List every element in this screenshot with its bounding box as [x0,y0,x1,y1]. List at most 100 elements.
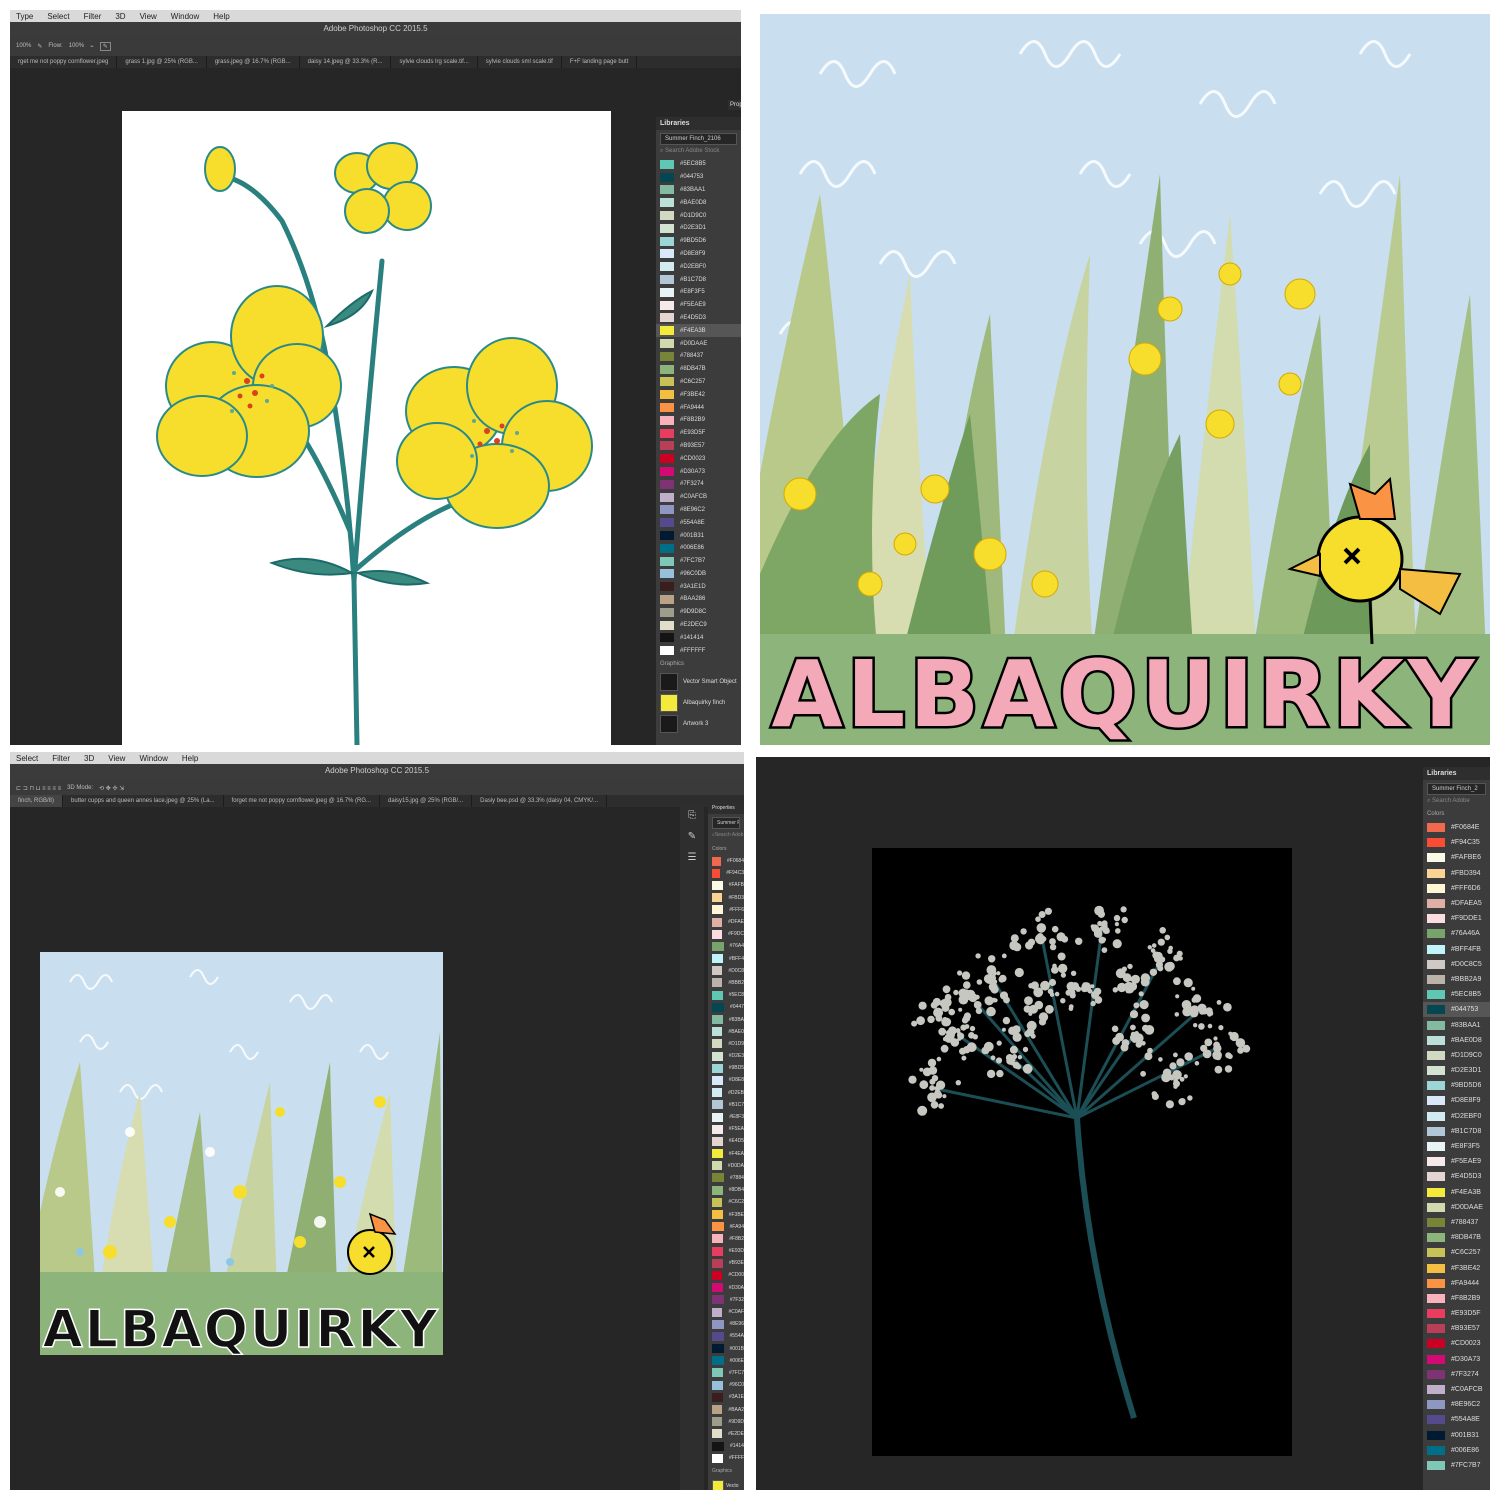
color-swatch[interactable]: #BBB2A9 [1423,972,1490,987]
doc-tab[interactable]: butter cupps and queen annes lace.jpeg @… [63,795,224,807]
color-swatch[interactable]: #554A [708,1330,744,1342]
color-swatch[interactable]: #006E86 [1423,1443,1490,1458]
color-swatch[interactable]: #D0DA [708,1160,744,1172]
color-swatch[interactable]: #F94C35 [1423,835,1490,850]
color-swatch[interactable]: #BFF4FB [1423,942,1490,957]
color-swatch[interactable]: #8E96C2 [656,504,741,517]
color-swatch[interactable]: #BAE0 [708,1026,744,1038]
color-swatch[interactable]: #D1D9C0 [1423,1048,1490,1063]
color-swatch[interactable]: #D8E8F9 [656,248,741,261]
color-swatch[interactable]: #C0AF [708,1306,744,1318]
color-swatch[interactable]: #006E [708,1355,744,1367]
color-swatch[interactable]: #E93D [708,1245,744,1257]
color-swatch[interactable]: #76A46A [1423,926,1490,941]
color-swatch[interactable]: #FA9444 [1423,1276,1490,1291]
doc-tab[interactable]: sylvie clouds sml scale.tif [478,56,562,68]
menu-3d[interactable]: 3D [115,12,125,21]
color-swatch[interactable]: #044753 [1423,1002,1490,1018]
doc-tab-active[interactable]: finch, RGB/8) [10,795,64,807]
color-swatch[interactable]: #C6C2 [708,1196,744,1208]
color-swatch[interactable]: #DFAEA5 [1423,896,1490,911]
color-swatch[interactable]: #B1C7 [708,1099,744,1111]
color-swatch[interactable]: #E4D5D3 [1423,1169,1490,1184]
color-swatch[interactable]: #D2E3D1 [1423,1063,1490,1078]
document-canvas[interactable] [122,111,611,745]
color-swatch[interactable]: #9D9D [708,1416,744,1428]
menu-select[interactable]: Select [16,754,38,763]
color-swatch[interactable]: #8DB4 [708,1184,744,1196]
color-swatch[interactable]: #F8B2B9 [656,414,741,427]
tablet-pressure-icon[interactable]: ✎ [99,41,111,51]
color-swatch[interactable]: #D1D9 [708,1038,744,1050]
color-swatch[interactable]: #CD00 [708,1269,744,1281]
color-swatch[interactable]: #0447 [708,1001,744,1013]
color-swatch[interactable]: #D0DAAE [656,337,741,350]
color-swatch[interactable]: #5EC8B5 [1423,987,1490,1002]
libraries-header[interactable]: Libraries [656,117,741,130]
color-swatch[interactable]: #F8B2 [708,1233,744,1245]
menu-filter[interactable]: Filter [52,754,70,763]
color-swatch[interactable]: #D8E8F9 [1423,1093,1490,1108]
color-swatch[interactable]: #FA94 [708,1221,744,1233]
color-swatch[interactable]: #D2EB [708,1087,744,1099]
color-swatch[interactable]: #C6C257 [1423,1245,1490,1260]
color-swatch[interactable]: #CD0023 [1423,1336,1490,1351]
color-swatch[interactable]: #788437 [656,350,741,363]
pressure-icon[interactable]: ✎ [37,43,42,50]
color-swatch[interactable]: #5EC8 [708,989,744,1001]
color-swatch[interactable]: #141414 [656,631,741,644]
color-swatch[interactable]: #044753 [656,171,741,184]
menu-view[interactable]: View [140,12,157,21]
color-swatch[interactable]: #D2E3D1 [656,222,741,235]
doc-tab[interactable]: daisy15.jpg @ 25% (RGB/... [380,795,473,807]
color-swatch[interactable]: #E4D5 [708,1135,744,1147]
color-swatch[interactable]: #FFFFFF [656,644,741,657]
libraries-header[interactable]: Libraries [1423,767,1490,780]
color-swatch[interactable]: #D1D9C0 [656,209,741,222]
color-swatch[interactable]: #788437 [1423,1215,1490,1230]
color-swatch[interactable]: #F94C3 [708,867,744,879]
color-swatch[interactable]: #B93E57 [656,440,741,453]
color-swatch[interactable]: #F5EA [708,1123,744,1135]
color-swatch[interactable]: #554A8E [656,516,741,529]
graphic-item[interactable]: Albaquirky finch [656,692,741,713]
color-swatch[interactable]: #8E96C2 [1423,1397,1490,1412]
color-swatch[interactable]: #76A4 [708,940,744,952]
doc-tab[interactable]: forget me not poppy cornflower.jpeg @ 16… [224,795,381,807]
color-swatch[interactable]: #5EC8B5 [656,158,741,171]
menu-view[interactable]: View [108,754,125,763]
color-swatch[interactable]: #F3BE42 [1423,1260,1490,1275]
color-swatch[interactable]: #8DB47B [656,363,741,376]
color-swatch[interactable]: #83BAA1 [656,184,741,197]
color-swatch[interactable]: #554A8E [1423,1412,1490,1427]
color-swatch[interactable]: #BAE0D8 [1423,1033,1490,1048]
color-swatch[interactable]: #E4D5D3 [656,312,741,325]
color-swatch[interactable]: #FAFBE6 [1423,850,1490,865]
color-swatch[interactable]: #7F3274 [656,478,741,491]
library-selector[interactable]: Summer Finch [712,817,740,829]
color-swatch[interactable]: #001B31 [656,529,741,542]
color-swatch[interactable]: #FBD3 [708,892,744,904]
color-swatch[interactable]: #FAFB [708,879,744,891]
document-canvas[interactable]: ALBAQUIRKY [40,952,443,1355]
graphic-item[interactable]: Vecto [708,1478,744,1490]
properties-tab[interactable]: Prop [728,100,741,110]
adjust-icon[interactable]: ☰ [680,852,704,863]
align-icons[interactable]: ⊏ ⊐ ⊓ ⊔ ≡ ≡ ≡ ≡ [16,785,61,792]
color-swatch[interactable]: #E93D5F [656,427,741,440]
stock-search-input[interactable]: ⌕ Search Adobe [1427,798,1486,805]
color-swatch[interactable]: #7FC7 [708,1367,744,1379]
color-swatch[interactable]: #7F32 [708,1294,744,1306]
color-swatch[interactable]: #F8B2B9 [1423,1291,1490,1306]
color-swatch[interactable]: #FFF6D6 [1423,881,1490,896]
color-swatch[interactable]: #BAA2 [708,1403,744,1415]
color-swatch[interactable]: #7FC7B7 [656,555,741,568]
color-swatch[interactable]: #DFAE [708,916,744,928]
color-swatch[interactable]: #E8F3 [708,1111,744,1123]
graphic-item[interactable]: Vector Smart Object [656,671,741,692]
color-swatch[interactable]: #BBB2 [708,977,744,989]
color-swatch[interactable]: #B1C7D8 [656,273,741,286]
color-swatch[interactable]: #F5EAE9 [656,299,741,312]
color-swatch[interactable]: #FA9444 [656,401,741,414]
color-swatch[interactable]: #1414 [708,1440,744,1452]
